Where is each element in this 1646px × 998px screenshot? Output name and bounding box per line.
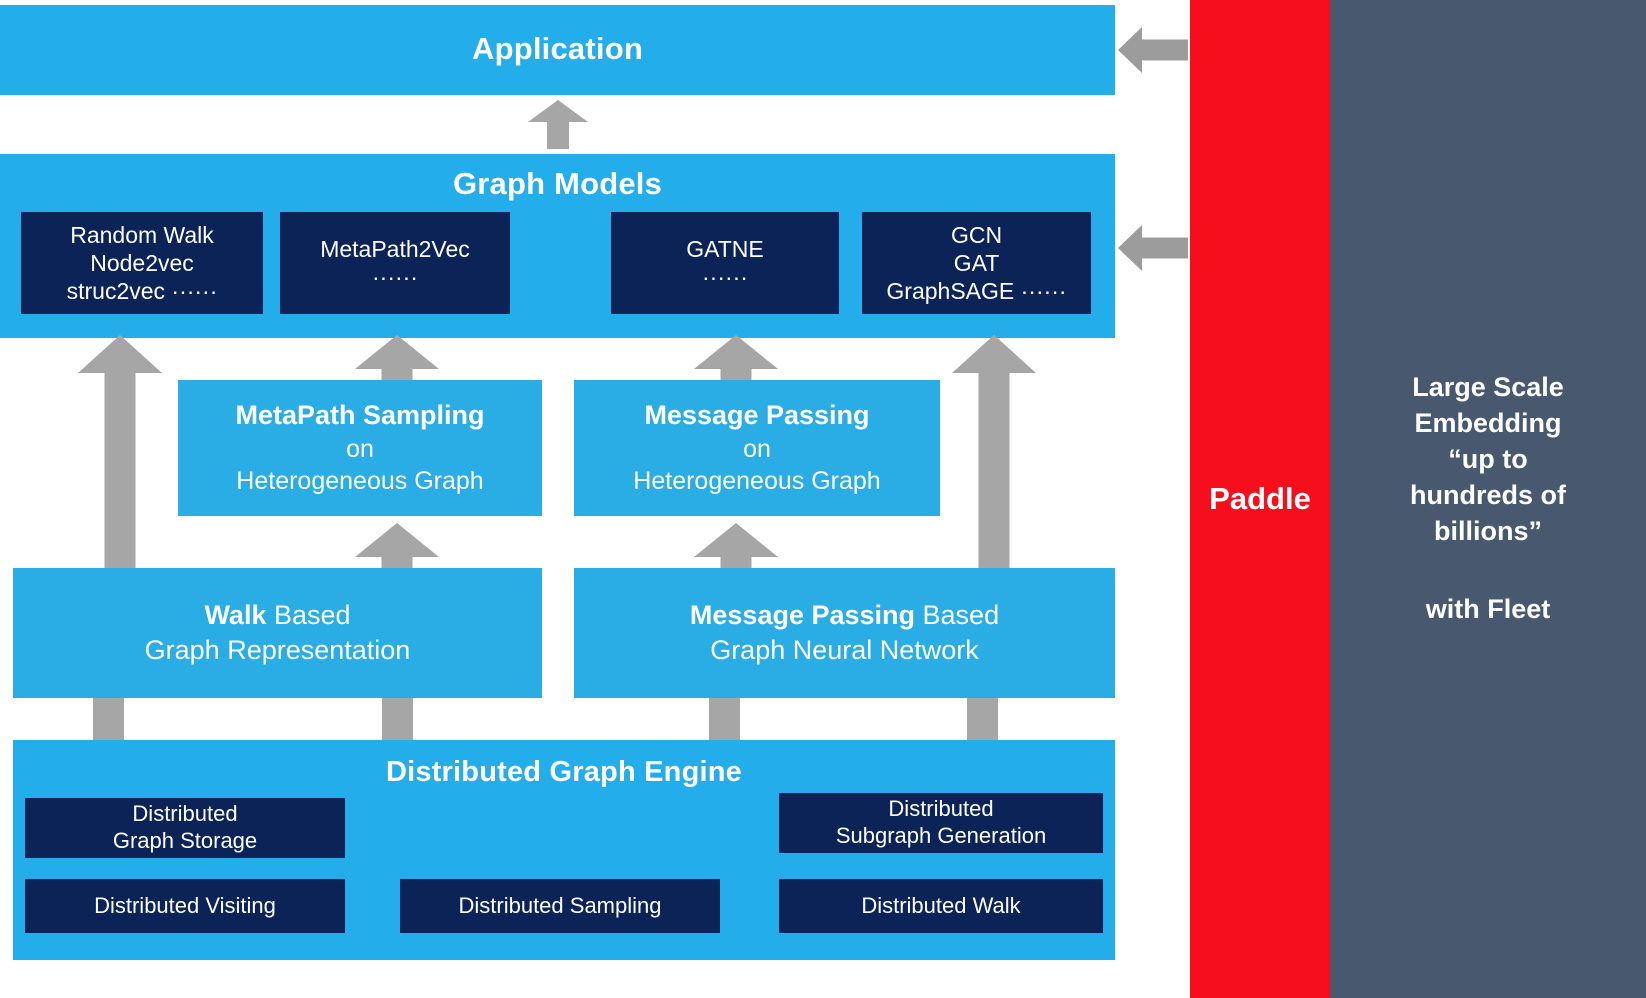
metapath-sampling-preposition: on	[346, 434, 374, 463]
large-scale-embedding-panel: Large Scale Embedding “up to hundreds of…	[1330, 0, 1646, 998]
arrow-graph-models-to-application	[528, 100, 588, 149]
message-passing-subject: Heterogeneous Graph	[633, 467, 881, 495]
distributed-graph-engine-title: Distributed Graph Engine	[385, 756, 743, 788]
gnn-title: Message Passing Based	[690, 598, 999, 633]
engine-box-line: Subgraph Generation	[835, 823, 1047, 848]
metapath-sampling-title: MetaPath Sampling	[235, 400, 485, 431]
model-box-random-walk: Random Walk Node2vec struc2vec ······	[21, 212, 263, 314]
fleet-line-1: Large Scale	[1412, 372, 1564, 403]
model-line: ······	[372, 264, 418, 290]
engine-box-line: Distributed Visiting	[94, 892, 276, 918]
engine-box-distributed-walk: Distributed Walk	[779, 879, 1103, 933]
metapath-sampling-box: MetaPath Sampling on Heterogeneous Graph	[178, 380, 542, 516]
model-line: GAT	[953, 249, 1000, 276]
fleet-line-6: with Fleet	[1425, 593, 1551, 624]
message-passing-gnn-box: Message Passing Based Graph Neural Netwo…	[574, 568, 1115, 698]
model-box-gcn-gat-graphsage: GCN GAT GraphSAGE ······	[862, 212, 1091, 314]
paddle-label: Paddle	[1209, 481, 1311, 516]
application-title: Application	[472, 31, 643, 66]
message-passing-title: Message Passing	[644, 400, 870, 431]
fleet-line-4: hundreds of	[1410, 480, 1566, 510]
gnn-suffix: Based	[915, 599, 1000, 630]
engine-box-line: Distributed Sampling	[458, 892, 662, 918]
arrow-walk-based-to-graph-models	[78, 335, 162, 570]
metapath-sampling-subject: Heterogeneous Graph	[236, 467, 484, 495]
engine-box-distributed-subgraph-generation: Distributed Subgraph Generation	[779, 793, 1103, 853]
arrow-paddle-to-graph-models	[1118, 225, 1188, 271]
arrow-gnn-to-graph-models	[952, 335, 1036, 570]
model-line: ······	[702, 264, 748, 290]
fleet-line-5: billions”	[1434, 515, 1542, 546]
fleet-line-3: “up to	[1448, 444, 1528, 475]
model-line: GATNE	[686, 235, 764, 262]
engine-box-line: Distributed	[132, 801, 238, 827]
engine-box-distributed-graph-storage: Distributed Graph Storage	[25, 798, 345, 858]
arrow-paddle-to-application	[1118, 27, 1188, 73]
gnn-emphasis: Message Passing	[689, 599, 916, 630]
engine-box-distributed-visiting: Distributed Visiting	[25, 879, 345, 933]
engine-box-line: Distributed	[888, 796, 994, 822]
model-line: struc2vec ······	[66, 278, 218, 305]
walk-based-subtitle: Graph Representation	[144, 635, 411, 665]
model-line: Random Walk	[70, 221, 214, 248]
model-box-gatne: GATNE ······	[611, 212, 839, 314]
arrow-walk-based-to-metapath-sampling	[355, 523, 439, 570]
message-passing-preposition: on	[743, 434, 771, 463]
arrow-gnn-to-message-passing	[694, 523, 778, 570]
walk-based-suffix: Based	[266, 599, 351, 630]
engine-box-distributed-sampling: Distributed Sampling	[400, 879, 720, 933]
architecture-diagram: Application Graph Models Random Walk Nod…	[0, 0, 1646, 998]
application-layer: Application	[0, 5, 1115, 95]
model-line: GCN	[950, 221, 1003, 248]
message-passing-box: Message Passing on Heterogeneous Graph	[574, 380, 940, 516]
model-line: MetaPath2Vec	[320, 235, 470, 262]
arrow-message-passing-to-graph-models	[694, 335, 778, 380]
engine-box-line: Graph Storage	[112, 828, 258, 853]
model-line: Node2vec	[90, 249, 194, 276]
paddle-panel: Paddle	[1190, 0, 1330, 998]
connector-engine-to-message-passing-column	[709, 698, 740, 743]
connector-engine-to-gnn	[967, 698, 998, 743]
connector-engine-to-walk-based	[93, 698, 124, 743]
model-box-metapath2vec: MetaPath2Vec ······	[280, 212, 510, 314]
gnn-subtitle: Graph Neural Network	[710, 635, 979, 665]
model-line: GraphSAGE ······	[886, 278, 1067, 305]
walk-based-title: Walk Based	[204, 598, 350, 633]
connector-engine-to-metapath-column	[382, 698, 413, 743]
walk-based-emphasis: Walk	[204, 599, 267, 630]
fleet-line-2: Embedding	[1414, 408, 1562, 439]
walk-based-graph-representation-box: Walk Based Graph Representation	[13, 568, 542, 698]
graph-models-title: Graph Models	[452, 166, 663, 201]
arrow-metapath-sampling-to-graph-models	[355, 335, 439, 380]
engine-box-line: Distributed Walk	[861, 892, 1021, 918]
